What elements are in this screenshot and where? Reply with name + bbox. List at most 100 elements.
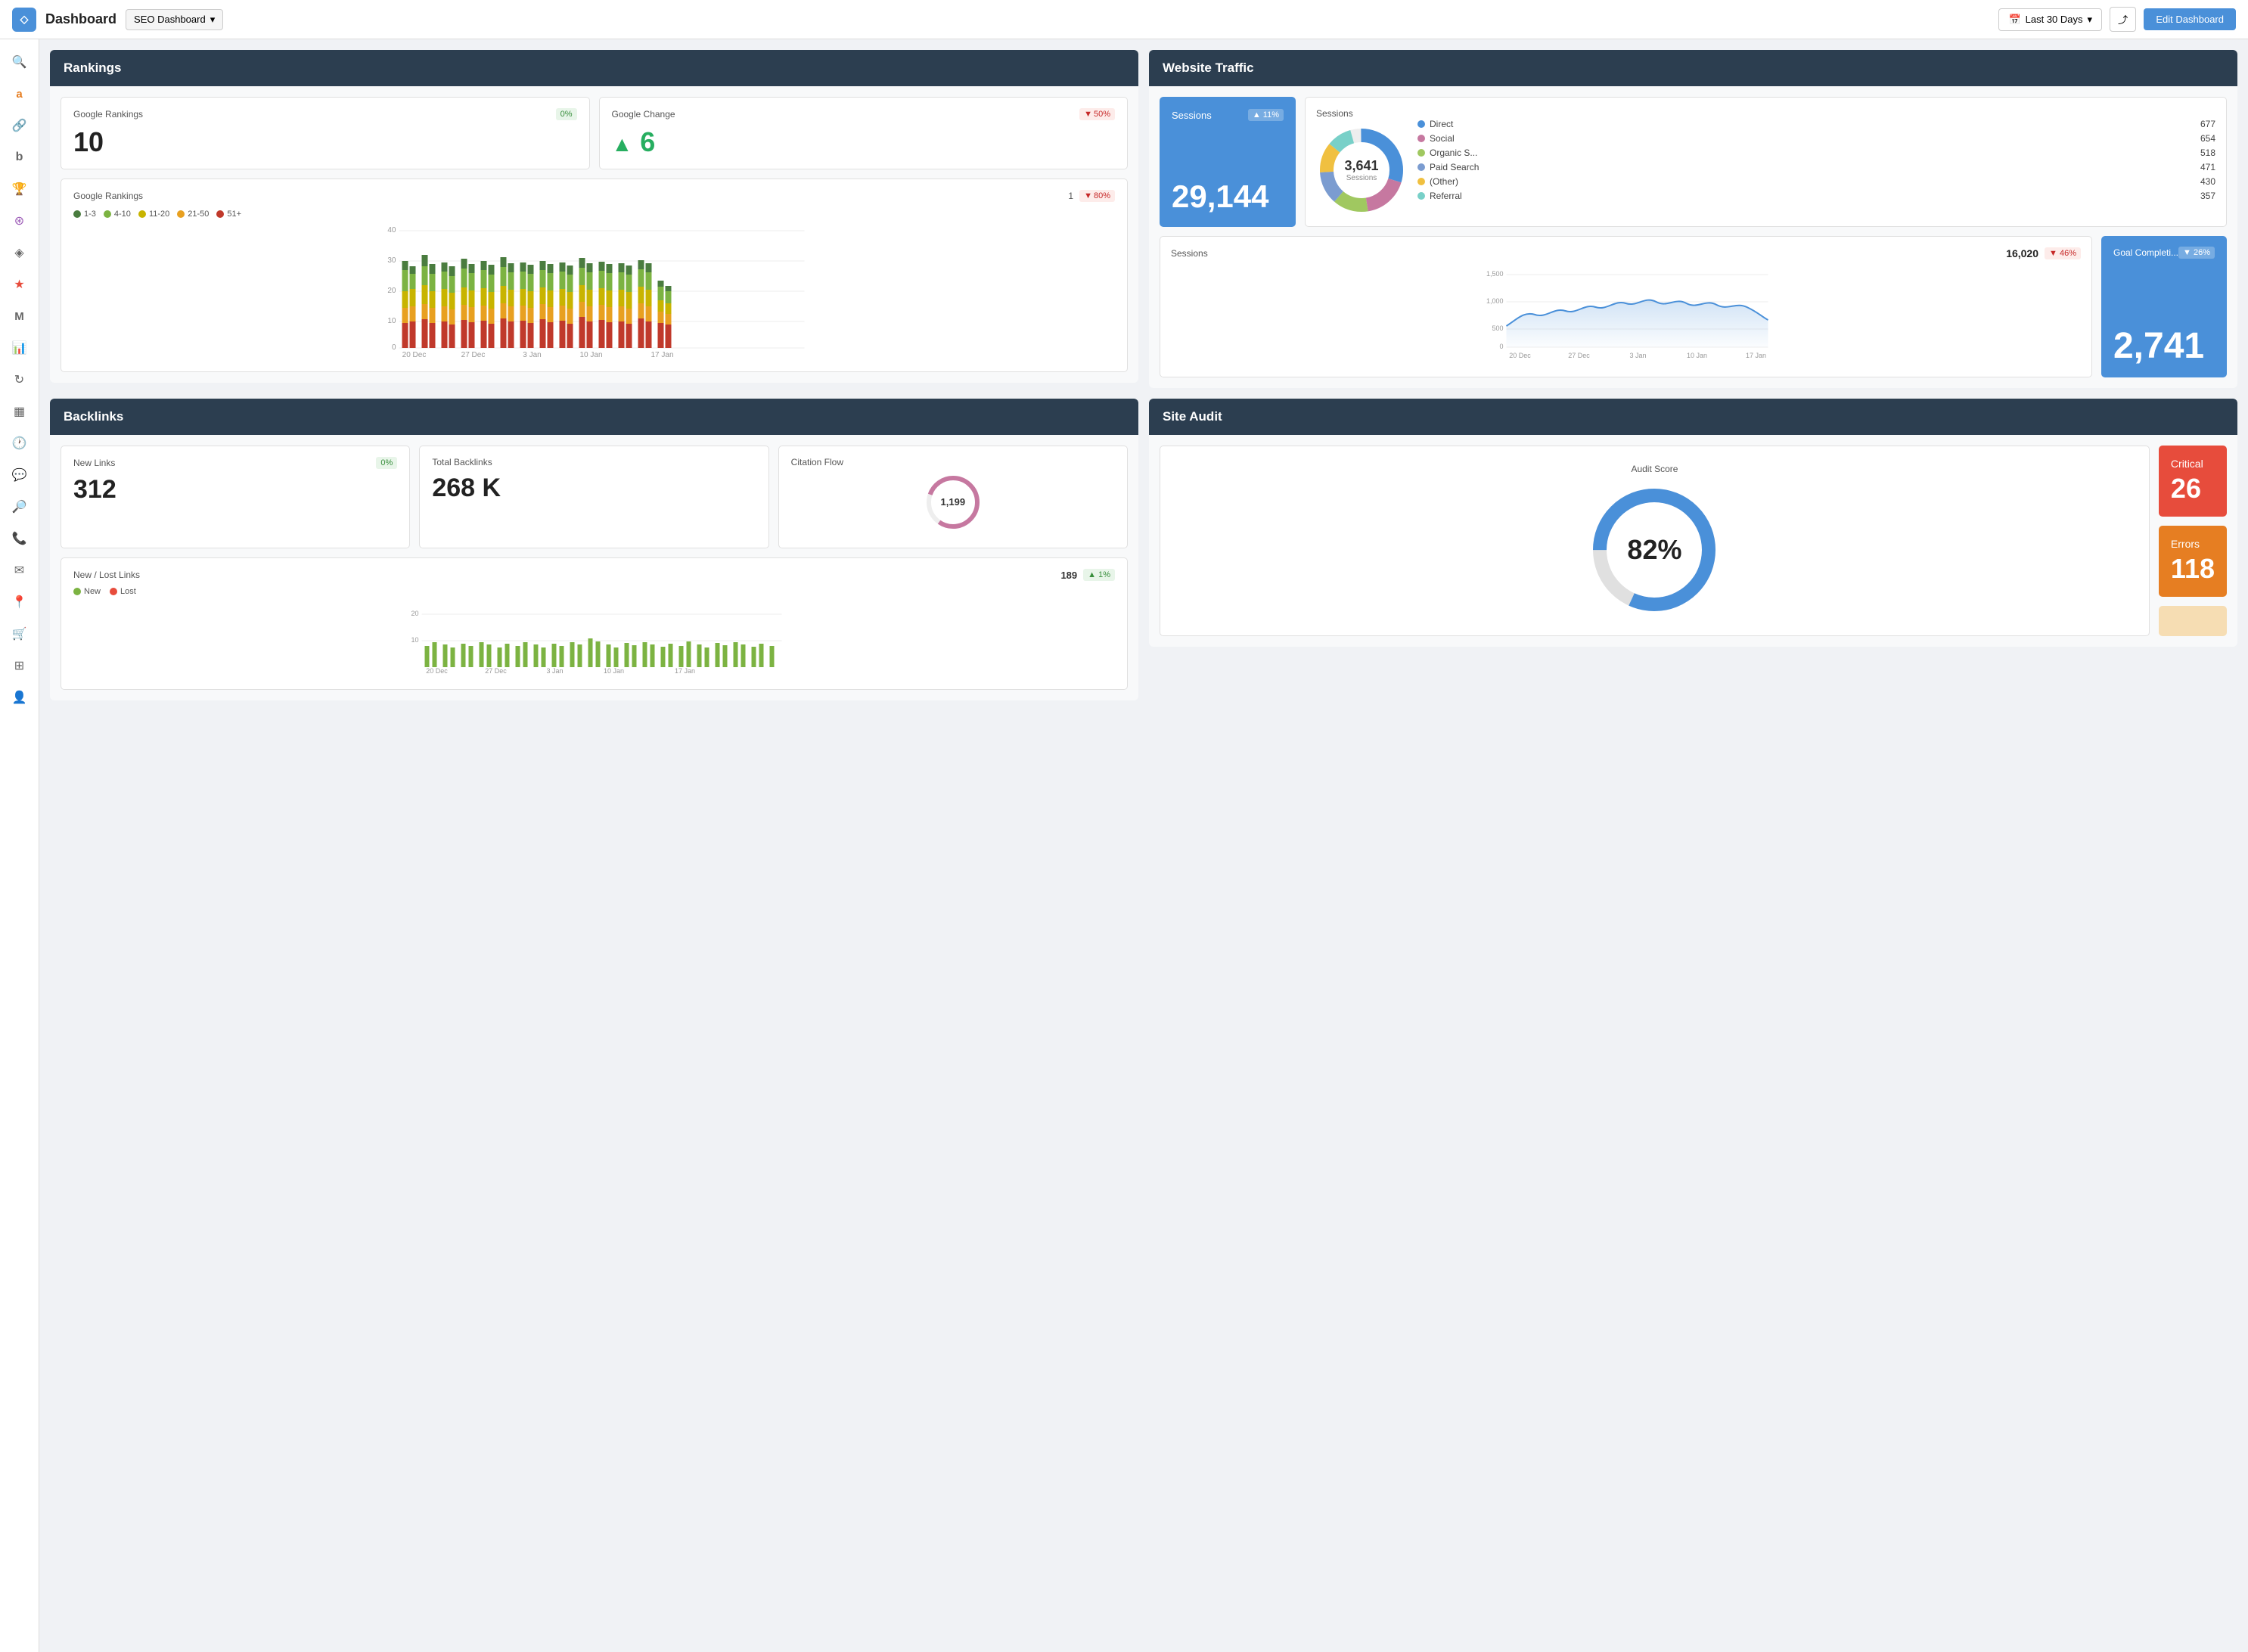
logo-symbol: ◇: [20, 13, 29, 26]
new-links-value: 312: [73, 475, 397, 505]
sidebar-item-user[interactable]: 👤: [6, 684, 33, 711]
val-direct: 677: [2200, 119, 2215, 129]
new-lost-legend: New Lost: [73, 587, 1115, 596]
legend-organic: Organic S... 518: [1417, 148, 2215, 158]
chart-header: Google Rankings 1 ▼ 80%: [73, 190, 1115, 202]
label-organic: Organic S...: [1430, 148, 1477, 158]
sessions-line-header: Sessions 16,020 ▼ 46%: [1171, 247, 2081, 259]
sidebar-item-brand[interactable]: b: [6, 144, 33, 171]
label-direct: Direct: [1430, 119, 1453, 129]
page-title: Dashboard: [45, 11, 116, 27]
site-audit-body: Audit Score 82%: [1149, 435, 2237, 647]
dashboard-selector[interactable]: SEO Dashboard ▾: [126, 9, 223, 30]
sidebar-item-grid[interactable]: ⊞: [6, 652, 33, 679]
total-backlinks-label-text: Total Backlinks: [432, 457, 492, 467]
sidebar-item-table[interactable]: ▦: [6, 398, 33, 425]
dashboard-name: SEO Dashboard: [134, 14, 206, 25]
sidebar-item-location[interactable]: 📍: [6, 588, 33, 616]
sessions-line-card: Sessions 16,020 ▼ 46% 1,500: [1160, 236, 2092, 377]
chart-header-right: 1 ▼ 80%: [1068, 190, 1115, 202]
citation-flow-label: Citation Flow: [791, 457, 1115, 467]
new-lost-badge: ▲ 1%: [1083, 569, 1115, 581]
audit-score-label: Audit Score: [1631, 464, 1678, 474]
audit-donut-wrap: 82%: [1586, 482, 1722, 618]
svg-text:20 Dec: 20 Dec: [402, 351, 427, 359]
sessions-blue-value: 29,144: [1172, 179, 1284, 215]
audit-score-card: Audit Score 82%: [1160, 446, 2150, 636]
total-backlinks-label: Total Backlinks: [432, 457, 756, 467]
legend-dot-21-50: [177, 210, 185, 218]
legend-label-51plus: 51+: [227, 210, 241, 219]
sidebar-item-chart[interactable]: 📊: [6, 334, 33, 362]
svg-text:27 Dec: 27 Dec: [1568, 352, 1590, 359]
audit-score-value: 82%: [1627, 534, 1681, 566]
google-change-label: Google Change: [612, 109, 675, 120]
svg-text:20 Dec: 20 Dec: [426, 667, 448, 675]
donut-center-value: 3,641: [1344, 158, 1378, 174]
new-label: New: [84, 587, 101, 596]
legend-dot-4-10: [104, 210, 111, 218]
sidebar-item-cart[interactable]: 🛒: [6, 620, 33, 647]
backlinks-title: Backlinks: [64, 409, 123, 424]
label-social: Social: [1430, 133, 1455, 144]
svg-text:27 Dec: 27 Dec: [461, 351, 486, 359]
donut-left: Sessions: [1316, 108, 1407, 216]
goal-label-row: Goal Completi... ▼ 26%: [2113, 247, 2215, 259]
layout: 🔍 a 🔗 b 🏆 ⊛ ◈ ★ M 📊 ↻ ▦ 🕐 💬 🔎 📞 ✉ 📍 🛒 ⊞ …: [0, 39, 2248, 1652]
sessions-line-value: 16,020: [2006, 247, 2038, 259]
sidebar-item-clock[interactable]: 🕐: [6, 430, 33, 457]
share-icon: ⤴: [2118, 14, 2128, 26]
sidebar-item-mail[interactable]: M: [6, 303, 33, 330]
svg-text:40: 40: [387, 226, 396, 234]
edit-dashboard-button[interactable]: Edit Dashboard: [2144, 8, 2236, 30]
sidebar-item-search[interactable]: 🔍: [6, 48, 33, 76]
sidebar-item-star[interactable]: ★: [6, 271, 33, 298]
backlinks-header: Backlinks: [50, 399, 1138, 435]
sessions-line-badge: ▼ 46%: [2045, 247, 2081, 259]
sessions-line-svg: 1,500 1,000 500 0: [1171, 266, 2081, 364]
sidebar-item-phone[interactable]: 📞: [6, 525, 33, 552]
errors-label: Errors: [2171, 538, 2215, 550]
site-audit-section: Site Audit Audit Score: [1149, 399, 2237, 700]
dot-lost: [110, 588, 117, 595]
date-range-button[interactable]: 📅 Last 30 Days ▾: [1998, 8, 2102, 31]
rankings-chart-card: Google Rankings 1 ▼ 80%: [61, 179, 1128, 372]
legend-4-10: 4-10: [104, 210, 131, 219]
bar-chart: 40 30 20 10 0: [73, 225, 1115, 361]
google-rankings-card: Google Rankings 0% 10: [61, 97, 590, 169]
site-audit-title: Site Audit: [1163, 409, 1222, 424]
citation-inner: 1,199: [941, 495, 966, 509]
sidebar-item-tag[interactable]: ◈: [6, 239, 33, 266]
sidebar-item-trophy[interactable]: 🏆: [6, 175, 33, 203]
citation-flow-value: 1,199: [941, 496, 966, 508]
share-button[interactable]: ⤴: [2110, 7, 2136, 32]
traffic-section: Website Traffic Sessions ▲ 11% 29,144: [1149, 50, 2237, 388]
svg-text:17 Jan: 17 Jan: [1746, 352, 1766, 359]
backlinks-panel: Backlinks New Links 0% 312: [50, 399, 1138, 700]
legend-21-50: 21-50: [177, 210, 209, 219]
sidebar-item-refresh[interactable]: ↻: [6, 366, 33, 393]
sidebar-item-settings[interactable]: ⊛: [6, 207, 33, 234]
sidebar-item-search2[interactable]: 🔎: [6, 493, 33, 520]
svg-text:10 Jan: 10 Jan: [579, 351, 602, 359]
total-backlinks-card: Total Backlinks 268 K: [419, 446, 768, 548]
goal-label: Goal Completi...: [2113, 247, 2178, 258]
traffic-body: Sessions ▲ 11% 29,144 Sessions: [1149, 86, 2237, 388]
dot-paid: [1417, 163, 1425, 171]
backlinks-section: Backlinks New Links 0% 312: [50, 399, 1138, 700]
svg-text:500: 500: [1492, 324, 1503, 332]
total-backlinks-value: 268 K: [432, 474, 756, 503]
sidebar-item-email[interactable]: ✉: [6, 557, 33, 584]
svg-text:3 Jan: 3 Jan: [546, 667, 563, 675]
google-change-label-row: Google Change ▼ 50%: [612, 108, 1116, 120]
calendar-icon: 📅: [2008, 14, 2020, 26]
sidebar-item-a[interactable]: a: [6, 80, 33, 107]
donut-center: 3,641 Sessions: [1344, 158, 1378, 182]
sidebar-item-link[interactable]: 🔗: [6, 112, 33, 139]
sidebar-item-chat[interactable]: 💬: [6, 461, 33, 489]
site-audit-header: Site Audit: [1149, 399, 2237, 435]
rankings-section: Rankings Google Rankings 0% 10: [50, 50, 1138, 388]
google-rankings-badge: 0%: [556, 108, 577, 120]
chevron-icon: ▾: [2088, 14, 2093, 26]
legend-label-4-10: 4-10: [114, 210, 131, 219]
